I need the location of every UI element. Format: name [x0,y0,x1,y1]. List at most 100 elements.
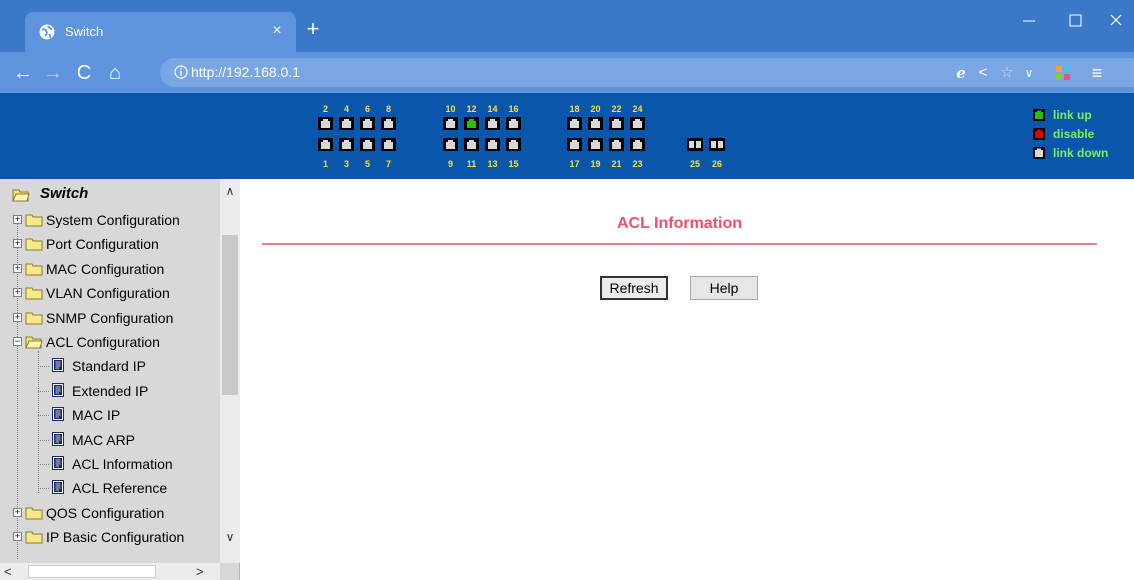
favorite-star-icon[interactable]: ☆ [996,62,1018,84]
document-icon [52,456,64,470]
expand-icon[interactable]: + [13,239,22,249]
scroll-right-icon[interactable]: > [196,563,212,580]
extensions-grid-icon[interactable] [1052,62,1074,84]
legend-label: disable [1053,127,1095,141]
port-number-label: 8 [386,104,391,114]
port-9-icon[interactable] [443,138,458,151]
sidebar-item-label: SNMP Configuration [46,309,174,326]
port-22-icon[interactable] [609,117,624,130]
port-number-label: 13 [487,159,497,169]
port-25-icon[interactable] [687,138,703,151]
port-4-icon[interactable] [339,117,354,130]
reload-icon[interactable]: C [73,62,95,84]
forward-icon[interactable]: → [42,62,64,84]
menu-icon[interactable]: ≡ [1086,62,1108,84]
open-folder-icon [25,336,43,349]
open-folder-icon [12,189,30,202]
sidebar-item-label: Port Configuration [46,236,159,253]
dropdown-icon[interactable]: ∨ [1018,62,1040,84]
port-12-icon[interactable] [464,117,479,130]
port-2-icon[interactable] [318,117,333,130]
sidebar-item-label: MAC Configuration [46,260,165,277]
tree-connector [38,464,49,465]
port-16-icon[interactable] [506,117,521,130]
port-14-icon[interactable] [485,117,500,130]
port-19-icon[interactable] [588,138,603,151]
sidebar-horizontal-scrollbar[interactable]: < > [0,563,220,580]
port-number-label: 11 [467,159,477,169]
scroll-down-icon[interactable]: ∨ [220,527,240,547]
port-number-label: 22 [611,104,621,114]
refresh-button[interactable]: Refresh [600,276,668,300]
sidebar-item-label: System Configuration [46,212,180,228]
legend-link-up: link up [1033,107,1133,126]
port-7-icon[interactable] [381,138,396,151]
navigation-tree: Switch + System Configuration + Port Config… [0,179,220,563]
expand-icon[interactable]: + [13,507,22,517]
legend-label: link up [1053,108,1092,122]
document-icon [52,480,64,495]
port-15-icon[interactable] [506,138,521,151]
port-11-icon[interactable] [464,138,479,151]
window-close-icon[interactable] [1103,10,1129,32]
scroll-thumb[interactable] [28,565,156,578]
port-number-label: 5 [365,159,370,169]
port-26-icon[interactable] [709,138,725,151]
maximize-icon[interactable] [1062,10,1088,32]
scroll-up-icon[interactable]: ∧ [220,179,240,199]
port-3-icon[interactable] [339,138,354,151]
tree-connector [38,366,49,368]
tree-connector [38,439,49,441]
document-icon [52,407,64,422]
port-18-icon[interactable] [567,117,582,130]
port-number-label: 24 [632,104,642,114]
address-bar[interactable]: http://192.168.0.1 e < ☆ ∨ ≡ [160,58,1134,87]
expand-icon[interactable]: + [13,263,22,273]
port-5-icon[interactable] [360,138,375,151]
port-number-label: 9 [448,159,453,169]
url-text[interactable]: http://192.168.0.1 [191,64,300,80]
browser-toolbar: ← → C ⌂ http://192.168.0.1 e < ☆ ∨ ≡ [0,52,1134,93]
scroll-thumb[interactable] [222,235,238,395]
port-6-icon[interactable] [360,117,375,130]
ie-mode-icon[interactable]: e [950,62,972,84]
folder-icon [25,214,43,227]
port-legend: link up disable link down [1033,107,1133,164]
browser-tab[interactable]: Switch × [25,12,296,52]
new-tab-button[interactable]: + [302,18,324,40]
main-content: ACL Information Refresh Help [241,179,1134,580]
sidebar-vertical-scrollbar[interactable]: ∧ ∨ [220,179,240,563]
close-tab-icon[interactable]: × [268,22,286,40]
collapse-icon[interactable]: − [13,337,22,346]
port-1-icon[interactable] [318,138,333,151]
port-number-label: 12 [466,104,476,114]
port-8-icon[interactable] [381,117,396,130]
document-icon [52,431,64,446]
port-23-icon[interactable] [630,138,645,151]
url-scheme: http:// [191,64,227,80]
info-icon[interactable] [174,65,188,79]
back-icon[interactable]: ← [12,62,34,84]
port-10-icon[interactable] [443,117,458,130]
port-17-icon[interactable] [567,138,582,151]
port-21-icon[interactable] [609,138,624,151]
expand-icon[interactable]: + [13,312,22,322]
port-13-icon[interactable] [485,138,500,151]
port-number-label: 14 [487,104,497,114]
expand-icon[interactable]: + [13,215,22,224]
help-button[interactable]: Help [690,276,758,300]
share-icon[interactable]: < [972,62,994,84]
port-24-icon[interactable] [630,117,645,130]
sidebar-item-label: VLAN Configuration [46,285,170,302]
scroll-left-icon[interactable]: < [4,563,20,580]
home-icon[interactable]: ⌂ [104,62,126,84]
expand-icon[interactable]: + [13,288,22,298]
port-20-icon[interactable] [588,117,603,130]
document-icon [52,358,64,373]
legend-disable: disable [1033,126,1133,145]
browser-tab-bar: Switch × + [0,0,1134,52]
expand-icon[interactable]: + [13,532,22,542]
minimize-icon[interactable] [1016,10,1042,32]
port-number-label: 26 [712,159,722,169]
port-number-label: 21 [611,159,621,169]
